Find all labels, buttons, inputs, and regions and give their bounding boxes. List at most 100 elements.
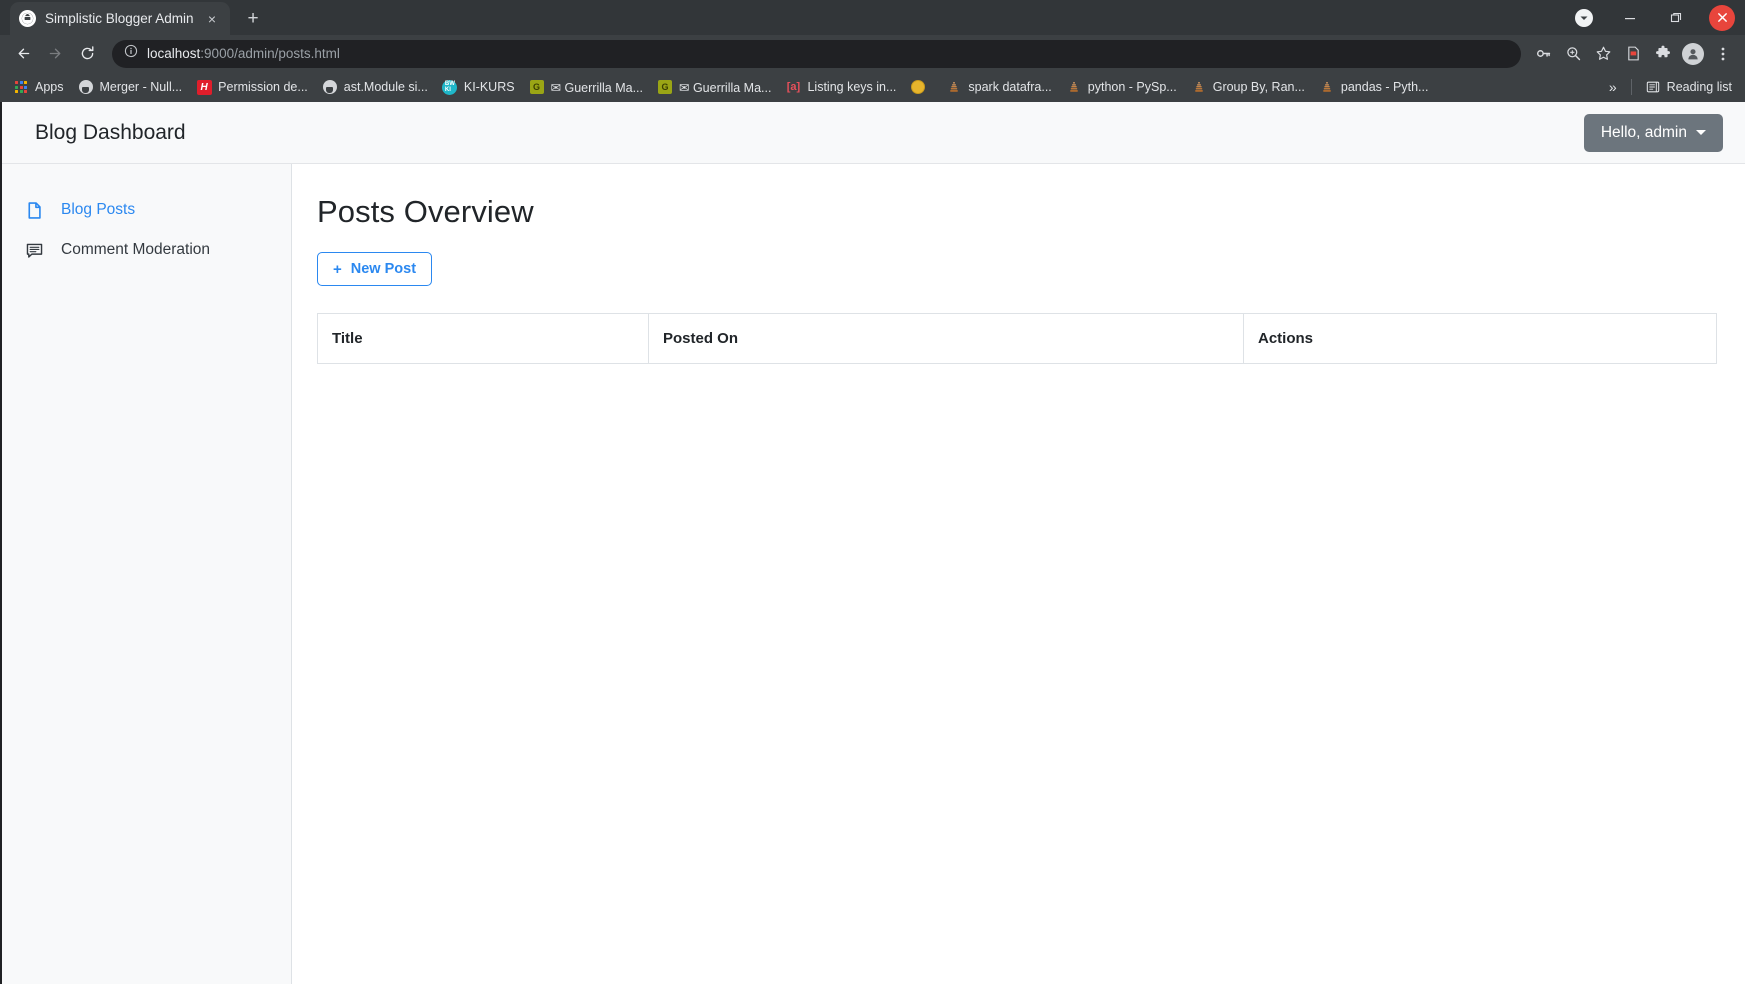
- window-controls: [1561, 0, 1745, 35]
- plus-icon: +: [333, 260, 342, 278]
- comment-bubble-icon: [24, 240, 44, 260]
- close-icon: [1709, 4, 1735, 31]
- posts-table: Title Posted On Actions: [317, 313, 1717, 364]
- bookmark-label: ast.Module si...: [343, 80, 428, 94]
- guerrilla-g-icon: G: [657, 79, 673, 95]
- update-button[interactable]: [1561, 0, 1607, 35]
- bookmark-label: KI-KURS: [463, 80, 515, 94]
- bookmark-label: Merger - Null...: [99, 80, 183, 94]
- app-header: Blog Dashboard Hello, admin: [2, 102, 1745, 164]
- bookmark-label: Permission de...: [218, 80, 308, 94]
- column-header-actions[interactable]: Actions: [1243, 313, 1717, 364]
- posts-table-wrapper: Title Posted On Actions: [317, 313, 1717, 364]
- bookmark-guerrilla-mail-2[interactable]: G ✉ Guerrilla Ma...: [650, 76, 778, 98]
- guerrilla-g-icon: G: [529, 79, 545, 95]
- bookmarks-bar: Apps Merger - Null... H Permission de...…: [0, 72, 1745, 102]
- apps-grid-icon: [13, 79, 29, 95]
- close-window-button[interactable]: [1699, 0, 1745, 35]
- h-red-icon: H: [196, 79, 212, 95]
- column-header-posted-on[interactable]: Posted On: [648, 313, 1244, 364]
- bookmark-apps[interactable]: Apps: [6, 76, 71, 98]
- page-brand-title: Blog Dashboard: [35, 120, 186, 144]
- reading-list-button[interactable]: Reading list: [1638, 76, 1739, 98]
- url-path: :9000/admin/posts.html: [200, 46, 340, 61]
- page-title: Posts Overview: [317, 194, 534, 229]
- stackoverflow-icon: [946, 79, 962, 95]
- bookmark-label: python - PySp...: [1087, 80, 1177, 94]
- stackoverflow-icon: [1066, 79, 1082, 95]
- reading-list-label: Reading list: [1666, 80, 1732, 94]
- globe-icon: [19, 10, 36, 27]
- table-header-row: Title Posted On Actions: [317, 313, 1717, 364]
- extensions-puzzle-icon[interactable]: [1649, 40, 1677, 68]
- sidebar-item-label: Blog Posts: [61, 201, 136, 218]
- bookmark-guerrilla-mail-1[interactable]: G ✉ Guerrilla Ma...: [522, 76, 650, 98]
- posts-table-head: Title Posted On Actions: [317, 313, 1717, 364]
- bookmark-ast-module[interactable]: ast.Module si...: [315, 76, 435, 98]
- bookmark-permission-de[interactable]: H Permission de...: [189, 76, 315, 98]
- bookmark-yellow-circle[interactable]: [903, 76, 939, 98]
- chevron-down-icon: [1696, 130, 1706, 135]
- new-post-button[interactable]: + New Post: [317, 252, 433, 286]
- bookmarks-overflow-button[interactable]: »: [1601, 79, 1625, 95]
- github-icon: [78, 79, 94, 95]
- browser-toolbar: localhost:9000/admin/posts.html: [0, 35, 1745, 72]
- site-info-icon[interactable]: [124, 44, 138, 63]
- yellow-circle-icon: [910, 79, 926, 95]
- bookmark-ki-kurs[interactable]: BW KI KI-KURS: [435, 76, 522, 98]
- three-dot-menu-icon[interactable]: [1709, 40, 1737, 68]
- reload-button[interactable]: [72, 39, 102, 69]
- stackoverflow-icon: [1319, 79, 1335, 95]
- tab-title: Simplistic Blogger Admin: [45, 11, 194, 26]
- new-post-label: New Post: [350, 261, 417, 277]
- back-button[interactable]: [8, 39, 38, 69]
- browser-window: Simplistic Blogger Admin × + localhost:9…: [0, 0, 1745, 984]
- bookmark-label: ✉ Guerrilla Ma...: [679, 80, 772, 95]
- page-viewport: Blog Dashboard Hello, admin Blog Posts C…: [0, 102, 1745, 984]
- sidebar-item-comment-moderation[interactable]: Comment Moderation: [2, 230, 291, 270]
- column-header-title[interactable]: Title: [317, 313, 649, 364]
- maximize-button[interactable]: [1653, 0, 1699, 35]
- bookmark-star-icon[interactable]: [1589, 40, 1617, 68]
- bookmark-python-pyspark[interactable]: python - PySp...: [1059, 76, 1184, 98]
- file-document-icon: [24, 200, 44, 220]
- zoom-magnifier-icon[interactable]: [1559, 40, 1587, 68]
- profile-avatar-icon[interactable]: [1679, 40, 1707, 68]
- url-host: localhost: [147, 46, 201, 61]
- bookmark-label: Apps: [35, 80, 64, 94]
- avatar: [1682, 42, 1704, 65]
- address-bar[interactable]: localhost:9000/admin/posts.html: [112, 39, 1521, 68]
- user-menu-button[interactable]: Hello, admin: [1583, 113, 1723, 152]
- bookmark-group-by-ran[interactable]: Group By, Ran...: [1184, 76, 1312, 98]
- app-body: Blog Posts Comment Moderation Posts Over…: [2, 164, 1745, 984]
- sidebar-item-blog-posts[interactable]: Blog Posts: [2, 190, 291, 230]
- reading-mode-icon[interactable]: [1619, 40, 1647, 68]
- bookmark-label: pandas - Pyth...: [1340, 80, 1429, 94]
- browser-tab[interactable]: Simplistic Blogger Admin ×: [10, 2, 230, 35]
- bookmark-label: ✉ Guerrilla Ma...: [550, 80, 644, 95]
- atlassian-a-icon: [a]: [786, 81, 801, 93]
- ki-kurs-icon: BW KI: [442, 79, 458, 95]
- forward-button[interactable]: [40, 39, 70, 69]
- bookmark-label: Group By, Ran...: [1212, 80, 1305, 94]
- new-tab-button[interactable]: +: [238, 3, 268, 33]
- user-menu-label: Hello, admin: [1600, 123, 1687, 141]
- url-text: localhost:9000/admin/posts.html: [147, 46, 340, 61]
- main-content: Posts Overview + New Post Title Posted O…: [292, 164, 1745, 984]
- bookmark-merger-null[interactable]: Merger - Null...: [71, 76, 190, 98]
- password-key-icon[interactable]: [1529, 40, 1557, 68]
- bookmark-label: Listing keys in...: [807, 80, 897, 94]
- bookmark-listing-keys[interactable]: [a] Listing keys in...: [778, 76, 903, 98]
- bookmark-label: spark datafra...: [968, 80, 1052, 94]
- bookmark-spark-datafra[interactable]: spark datafra...: [939, 76, 1058, 98]
- reading-list-icon: [1645, 79, 1661, 95]
- sidebar-item-label: Comment Moderation: [61, 241, 211, 258]
- close-icon[interactable]: ×: [203, 10, 221, 28]
- stackoverflow-icon: [1191, 79, 1207, 95]
- github-icon: [322, 79, 338, 95]
- toolbar-divider: [1630, 79, 1632, 95]
- minimize-button[interactable]: [1607, 0, 1653, 35]
- bookmark-pandas-python[interactable]: pandas - Pyth...: [1312, 76, 1436, 98]
- browser-titlebar: Simplistic Blogger Admin × +: [0, 0, 1745, 35]
- chevron-down-icon: [1575, 8, 1593, 27]
